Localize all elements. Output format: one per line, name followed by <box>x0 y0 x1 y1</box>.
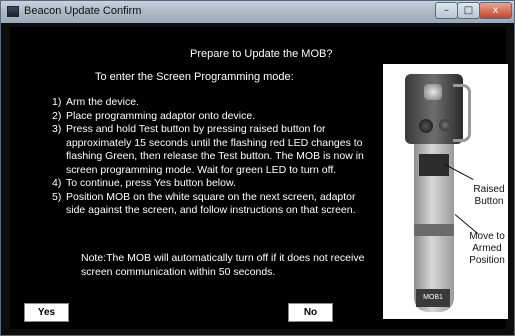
minimize-button[interactable]: – <box>435 2 458 19</box>
arming-clip <box>453 84 471 142</box>
raised-button-callout: Raised Button <box>473 184 505 207</box>
device-photo: MOB1 Raised Button Move to Armed Positio… <box>383 64 508 319</box>
close-button[interactable]: x <box>479 2 512 19</box>
maximize-button[interactable]: □ <box>457 2 480 19</box>
step-number: 5) <box>52 190 62 203</box>
timeout-note: Note:The MOB will automatically turn off… <box>81 252 365 278</box>
step-number: 1) <box>52 96 62 108</box>
step-text: To continue, press Yes button below. <box>66 177 236 189</box>
raised-button <box>439 119 451 131</box>
step-text: Arm the device. <box>66 96 139 108</box>
test-button <box>419 119 433 133</box>
armed-position-callout: Move to Armed Position <box>469 231 505 266</box>
dialog-window: Beacon Update Confirm – □ x Prepare to U… <box>0 0 515 336</box>
yes-button[interactable]: Yes <box>24 303 69 322</box>
instruction-step: 3) Press and hold Test button by pressin… <box>52 123 372 177</box>
title-bar[interactable]: Beacon Update Confirm – □ x <box>1 1 514 23</box>
dialog-subheading: To enter the Screen Programming mode: <box>95 71 294 83</box>
step-number: 3) <box>52 123 62 135</box>
instruction-step: 5) Position MOB on the white square on t… <box>52 191 372 218</box>
instruction-step: 2) Place programming adaptor onto device… <box>52 110 372 124</box>
dialog-heading: Prepare to Update the MOB? <box>190 48 333 60</box>
app-icon <box>7 6 19 17</box>
window-title: Beacon Update Confirm <box>24 5 142 17</box>
led-indicator <box>424 84 442 100</box>
step-number: 2) <box>52 109 62 122</box>
dialog-content: Prepare to Update the MOB? To enter the … <box>10 27 508 329</box>
device-label: MOB1 <box>416 289 450 307</box>
instruction-step: 4) To continue, press Yes button below. <box>52 177 372 191</box>
step-text: Place programming adaptor onto device. <box>66 109 256 122</box>
no-button[interactable]: No <box>288 303 333 322</box>
device-band <box>414 224 454 236</box>
step-text: Position MOB on the white square on the … <box>66 190 356 217</box>
step-number: 4) <box>52 177 62 189</box>
instruction-list: 1) Arm the device. 2) Place programming … <box>52 96 372 218</box>
step-text: Press and hold Test button by pressing r… <box>66 123 364 176</box>
instruction-step: 1) Arm the device. <box>52 96 372 110</box>
